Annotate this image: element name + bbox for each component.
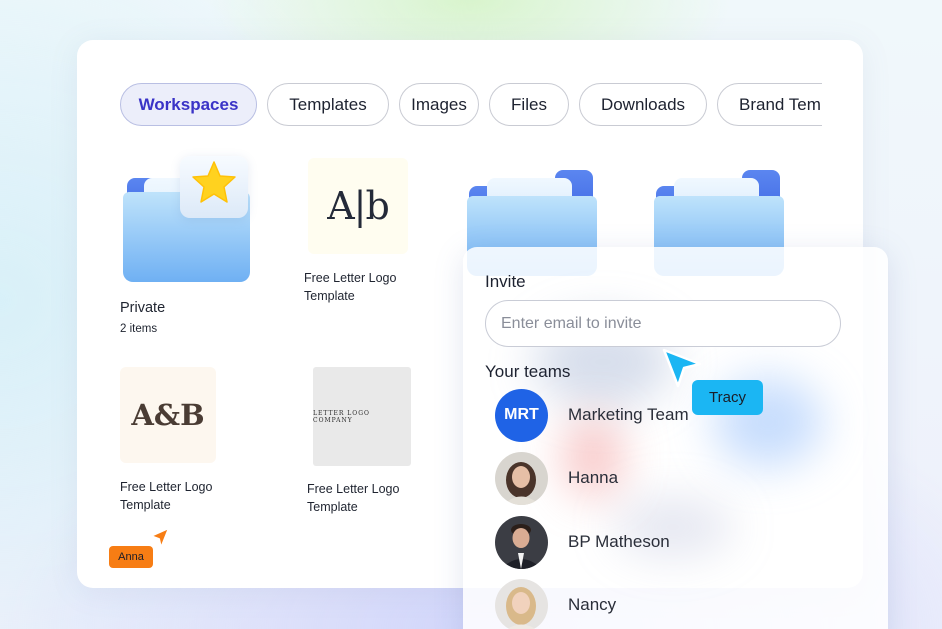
avatar (495, 515, 548, 569)
team-member-marketing[interactable]: MRT Marketing Team (495, 388, 825, 442)
email-input[interactable] (485, 300, 841, 347)
tab-brand-templates[interactable]: Brand Templates (717, 83, 822, 126)
template-title: Template (120, 498, 171, 512)
template-title: Template (307, 500, 358, 514)
favorite-badge (180, 156, 248, 218)
avatar: MRT (495, 388, 548, 442)
invite-title: Invite (485, 272, 526, 291)
invite-panel: Invite Your teams MRT Marketing Team Han… (463, 247, 888, 629)
member-name: Hanna (568, 468, 619, 487)
tab-templates[interactable]: Templates (267, 83, 389, 126)
private-title: Private (120, 300, 166, 316)
star-icon (192, 161, 236, 203)
member-name: BP Matheson (568, 532, 670, 551)
template-title: Template (304, 289, 355, 303)
avatar (495, 578, 548, 629)
tab-bar: Workspaces Templates Images Files Downlo… (120, 83, 822, 127)
avatar (495, 451, 548, 505)
collaborator-tag-anna: Anna (109, 546, 153, 568)
tab-files[interactable]: Files (489, 83, 569, 126)
template-title: Free Letter Logo (307, 482, 400, 496)
tab-workspaces[interactable]: Workspaces (120, 83, 257, 126)
team-member-hanna[interactable]: Hanna (495, 451, 825, 505)
collaborator-tag-tracy: Tracy (692, 380, 763, 415)
member-name: Marketing Team (568, 405, 689, 424)
team-member-bp-matheson[interactable]: BP Matheson (495, 515, 825, 569)
member-name: Nancy (568, 595, 617, 614)
teams-heading: Your teams (485, 362, 571, 381)
private-item-count: 2 items (120, 323, 158, 335)
template-title: Free Letter Logo (120, 480, 213, 494)
template-title: Free Letter Logo (304, 271, 397, 285)
template-thumbnail[interactable]: LETTER LOGO COMPANY (313, 367, 411, 466)
template-thumbnail[interactable]: A&B (120, 367, 216, 463)
team-member-nancy[interactable]: Nancy (495, 578, 825, 629)
tab-images[interactable]: Images (399, 83, 479, 126)
template-thumbnail[interactable]: A|b (308, 158, 408, 254)
tab-downloads[interactable]: Downloads (579, 83, 707, 126)
